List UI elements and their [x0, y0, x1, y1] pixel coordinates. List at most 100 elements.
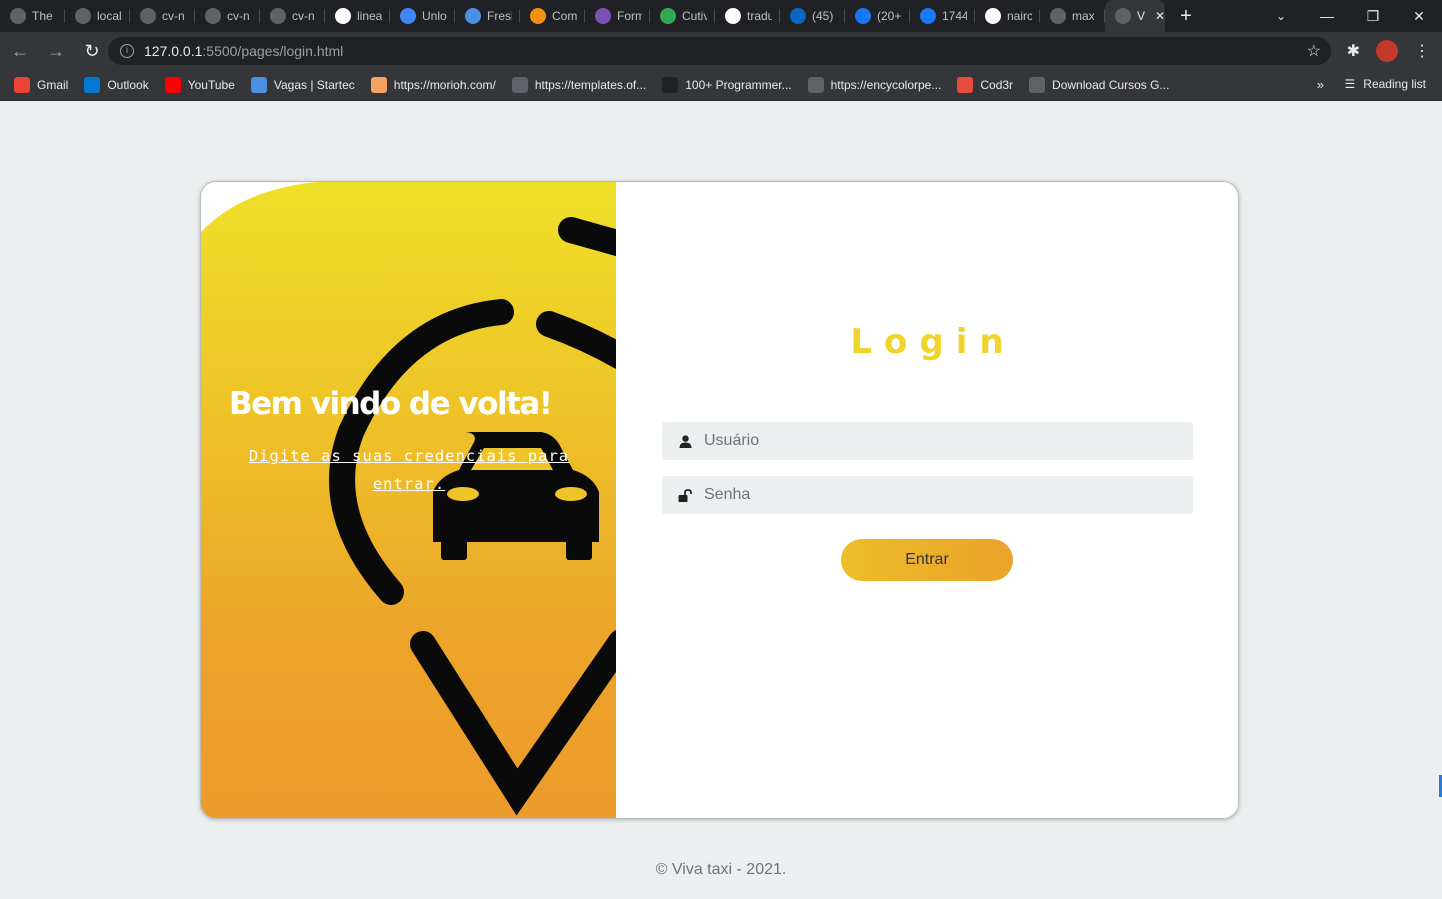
bookmark-item[interactable]: Gmail — [14, 77, 68, 93]
close-window-button[interactable]: ✕ — [1396, 8, 1442, 25]
tab-title: cv-n — [162, 9, 185, 23]
browser-tab[interactable]: Fresl — [455, 0, 520, 32]
browser-tab[interactable]: Unlo — [390, 0, 455, 32]
bookmark-list: Gmail Outlook YouTube Vagas | Startec https:… — [14, 77, 1185, 93]
reading-list-icon: ☰ — [1344, 77, 1356, 91]
browser-tab[interactable]: cv-n — [195, 0, 260, 32]
password-input[interactable] — [704, 486, 1164, 504]
flag-icon — [400, 8, 416, 24]
tab-list: The | local cv-n cv-n cv-n linea Unlo Fresl Com F… — [0, 0, 1105, 32]
browser-tab[interactable]: Com — [520, 0, 585, 32]
tab-title: (20+ — [877, 9, 902, 23]
morioh-icon — [370, 77, 387, 93]
url-path: :5500/pages/login.html — [202, 43, 344, 59]
username-field[interactable] — [662, 422, 1193, 460]
facebook-icon — [920, 8, 936, 24]
browser-tab[interactable]: Form — [585, 0, 650, 32]
user-icon — [678, 434, 692, 448]
toolbar-actions: ✱ ⋮ — [1347, 32, 1430, 70]
browser-tab[interactable]: The | — [0, 0, 65, 32]
minimize-button[interactable]: — — [1304, 8, 1350, 24]
reading-list-button[interactable]: ☰ Reading list — [1345, 77, 1426, 91]
browser-tab[interactable]: linea — [325, 0, 390, 32]
welcome-instructions: Digite as suas credenciais para entrar. — [248, 447, 570, 493]
browser-tab[interactable]: cv-n — [130, 0, 195, 32]
window-controls: ⌄ — ❐ ✕ — [1258, 0, 1442, 32]
programmer-icon — [662, 77, 679, 93]
tab-title: Com — [552, 9, 577, 23]
tab-title: 1744 — [942, 9, 967, 23]
tab-search-icon[interactable]: ⌄ — [1258, 9, 1304, 23]
tab-title: cv-n — [227, 9, 250, 23]
bookmarks-overflow-icon[interactable]: » — [1317, 77, 1324, 92]
tab-title: Unlo — [422, 9, 447, 23]
startec-icon — [250, 77, 267, 93]
bookmark-item[interactable]: https://encycolorpe... — [807, 77, 941, 93]
bookmark-star-icon[interactable]: ☆ — [1307, 41, 1321, 61]
tab-title: tradu — [747, 9, 772, 23]
browser-tab[interactable]: Cutiv — [650, 0, 715, 32]
linkedin-icon — [790, 8, 806, 24]
bookmark-item[interactable]: https://morioh.com/ — [370, 77, 496, 93]
bookmark-label: YouTube — [187, 78, 235, 92]
bookmarks-bar: Gmail Outlook YouTube Vagas | Startec https:… — [0, 70, 1442, 101]
bookmark-item[interactable]: Download Cursos G... — [1029, 77, 1169, 93]
bookmark-item[interactable]: Cod3r — [957, 77, 1013, 93]
bookmark-label: Outlook — [107, 78, 149, 92]
browser-tab[interactable]: max — [1040, 0, 1105, 32]
welcome-panel: Bem vindo de volta! Digite as suas crede… — [201, 182, 616, 818]
tab-title: The | — [32, 9, 57, 23]
login-form-panel: Login Entrar — [616, 182, 1238, 818]
back-arrow-icon[interactable]: ← — [4, 41, 36, 62]
close-icon[interactable]: ✕ — [1155, 9, 1165, 23]
bookmark-item[interactable]: https://templates.of... — [511, 77, 646, 93]
bookmark-label: Vagas | Startec — [273, 78, 355, 92]
reload-icon[interactable]: ↻ — [76, 41, 108, 62]
browser-tab[interactable]: (45) — [780, 0, 845, 32]
google-icon — [335, 8, 351, 24]
forward-arrow-icon[interactable]: → — [40, 41, 72, 62]
active-tab-title: V — [1137, 9, 1146, 23]
browser-tab[interactable]: (20+ — [845, 0, 910, 32]
bookmark-item[interactable]: YouTube — [164, 77, 235, 93]
globe-icon — [1029, 77, 1046, 93]
browser-tab[interactable]: 1744 — [910, 0, 975, 32]
globe-icon — [807, 77, 824, 93]
browser-tabstrip: The | local cv-n cv-n cv-n linea Unlo Fresl Com F… — [0, 0, 1442, 32]
bookmark-label: Gmail — [37, 78, 69, 92]
react-icon — [75, 8, 91, 24]
extensions-puzzle-icon[interactable]: ✱ — [1347, 41, 1360, 61]
active-tab[interactable]: V ✕ — [1105, 0, 1165, 32]
bootstrap-icon — [595, 8, 611, 24]
cod3r-icon — [957, 77, 974, 93]
globe-icon — [270, 8, 286, 24]
bookmark-item[interactable]: Outlook — [84, 77, 149, 93]
profile-avatar[interactable] — [1376, 40, 1398, 62]
page-viewport: Bem vindo de volta! Digite as suas crede… — [0, 101, 1442, 899]
restore-button[interactable]: ❐ — [1350, 8, 1396, 25]
bookmark-label: 100+ Programmer... — [685, 78, 792, 92]
login-submit-button[interactable]: Entrar — [841, 539, 1013, 581]
password-field[interactable] — [662, 476, 1193, 514]
browser-tab[interactable]: tradu — [715, 0, 780, 32]
bookmark-item[interactable]: Vagas | Startec — [250, 77, 355, 93]
bookmark-item[interactable]: 100+ Programmer... — [662, 77, 792, 93]
tab-title: Fresl — [487, 9, 512, 23]
address-bar[interactable]: i 127.0.0.1 :5500/pages/login.html ☆ — [108, 37, 1331, 65]
gmail-icon — [14, 77, 30, 93]
login-card: Bem vindo de volta! Digite as suas crede… — [200, 181, 1239, 819]
tab-title: local — [97, 9, 122, 23]
tab-title: Cutiv — [682, 9, 707, 23]
username-input[interactable] — [704, 432, 1164, 450]
globe-icon — [1050, 8, 1066, 24]
info-icon[interactable]: i — [120, 44, 134, 58]
browser-tab[interactable]: local — [65, 0, 130, 32]
menu-kebab-icon[interactable]: ⋮ — [1414, 41, 1430, 61]
globe-icon — [140, 8, 156, 24]
new-tab-button[interactable]: + — [1171, 5, 1201, 28]
browser-tab[interactable]: cv-n — [260, 0, 325, 32]
bookmark-label: Cod3r — [980, 78, 1014, 92]
browser-tab[interactable]: nairc — [975, 0, 1040, 32]
login-title: Login — [850, 322, 1016, 362]
facebook-icon — [855, 8, 871, 24]
